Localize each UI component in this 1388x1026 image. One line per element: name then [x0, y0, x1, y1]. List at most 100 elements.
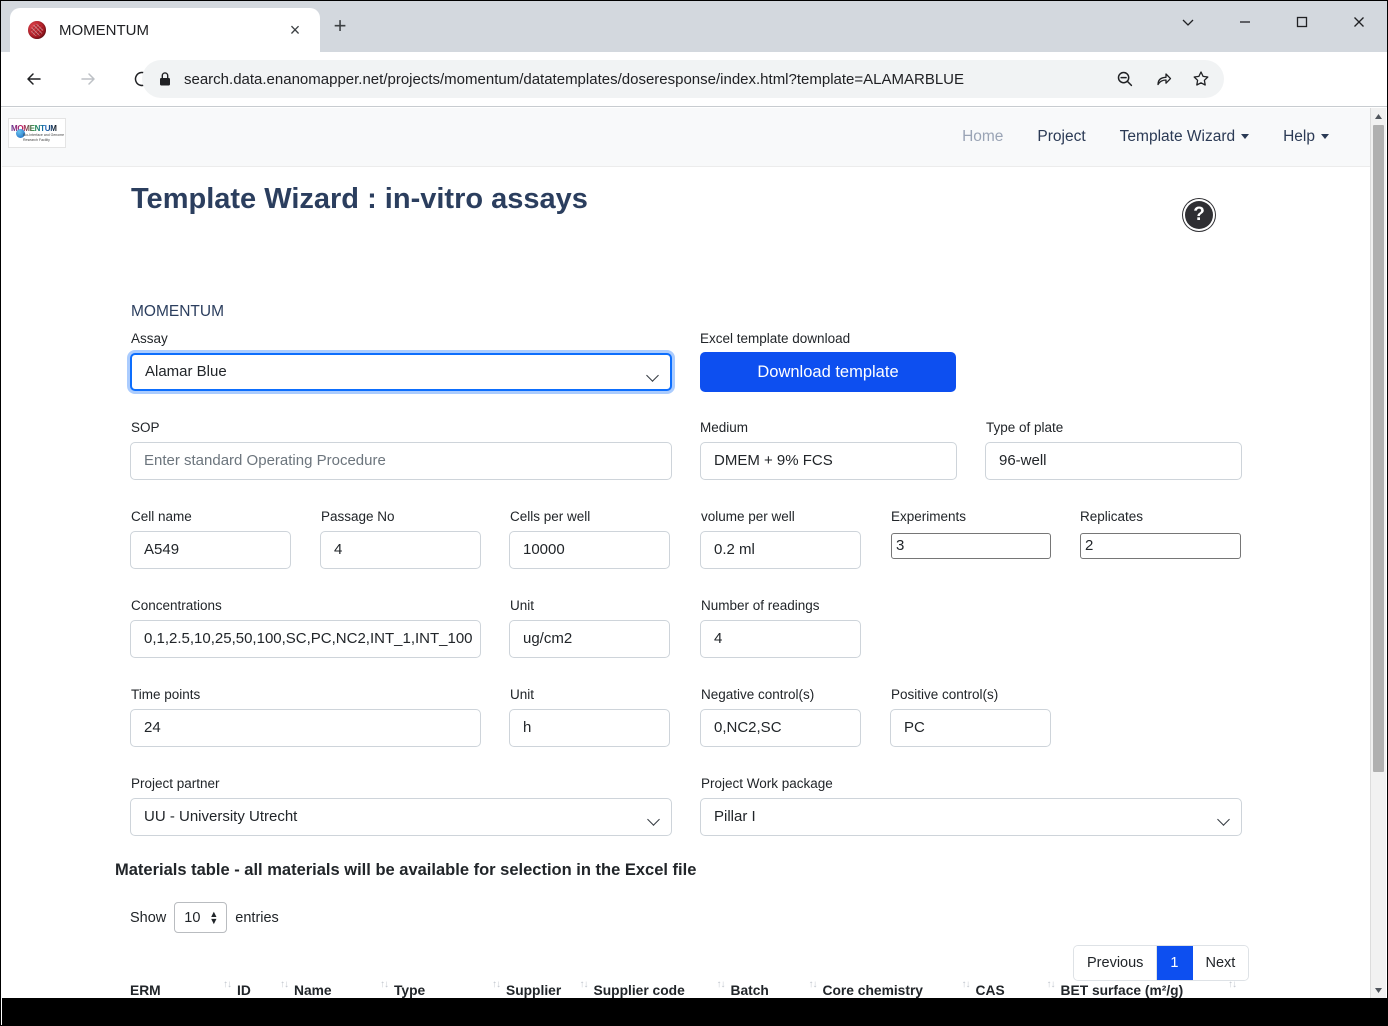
- concentrations-input[interactable]: 0,1,2.5,10,25,50,100,SC,PC,NC2,INT_1,INT…: [130, 620, 481, 658]
- tab-title: MOMENTUM: [59, 22, 149, 39]
- table-header-row: ERM ↑↓ ID ↑↓ Name ↑↓ Type↑↓ Supplier ↑↓ Supp…: [130, 979, 1242, 998]
- sop-label: SOP: [131, 420, 160, 435]
- pagination-page-1[interactable]: 1: [1157, 946, 1192, 980]
- plate-type-input[interactable]: 96-well: [985, 442, 1242, 480]
- assay-select[interactable]: Alamar Blue: [130, 353, 672, 391]
- nav-item-help-label: Help: [1283, 128, 1315, 145]
- forward-icon[interactable]: [69, 60, 107, 98]
- scrollbar-thumb[interactable]: [1373, 125, 1384, 772]
- volume-per-well-label: volume per well: [701, 509, 795, 524]
- time-unit-input[interactable]: h: [509, 709, 670, 747]
- column-header-supplier-code-label: Supplier code: [594, 983, 685, 998]
- medium-label: Medium: [700, 420, 748, 435]
- column-header-core-chemistry[interactable]: Core chemistry ↑↓: [823, 979, 976, 998]
- column-header-supplier[interactable]: Supplier ↑↓: [506, 979, 594, 998]
- browser-window: MOMENTUM × +: [0, 0, 1388, 1026]
- nav-item-template-wizard[interactable]: Template Wizard: [1103, 128, 1266, 146]
- nav-item-home-label: Home: [962, 128, 1003, 145]
- project-partner-label: Project partner: [131, 776, 220, 791]
- nav-item-home[interactable]: Home: [945, 128, 1020, 146]
- sort-icon: ↑↓: [580, 979, 588, 990]
- positive-controls-input[interactable]: PC: [890, 709, 1051, 747]
- scroll-up-icon[interactable]: [1371, 108, 1386, 124]
- negative-controls-input[interactable]: 0,NC2,SC: [700, 709, 861, 747]
- plate-type-label: Type of plate: [986, 420, 1063, 435]
- entries-per-page-select[interactable]: 10 ▲▼: [174, 902, 227, 933]
- sort-icon: ↑↓: [380, 979, 388, 990]
- project-name-label: MOMENTUM: [131, 303, 224, 321]
- bookmark-star-icon[interactable]: [1186, 64, 1216, 94]
- number-of-readings-input[interactable]: 4: [700, 620, 861, 658]
- experiments-input[interactable]: 3: [891, 533, 1051, 559]
- page-title: Template Wizard : in-vitro assays: [131, 183, 588, 216]
- new-tab-icon[interactable]: +: [329, 15, 351, 37]
- sort-icon: ↑↓: [962, 979, 970, 990]
- replicates-label: Replicates: [1080, 509, 1143, 524]
- pagination-previous[interactable]: Previous: [1074, 946, 1157, 980]
- scroll-down-icon[interactable]: [1371, 982, 1386, 998]
- column-header-name-label: Name: [294, 983, 332, 998]
- negative-controls-label: Negative control(s): [701, 687, 814, 702]
- column-header-bet-surface[interactable]: BET surface (m²/g)↑↓: [1061, 979, 1242, 998]
- download-template-button[interactable]: Download template: [700, 352, 956, 392]
- page-viewport: MOMENTUM Bio-Interface and Genome Resear…: [2, 108, 1387, 998]
- entries-per-page-value: 10: [184, 910, 200, 926]
- minimize-icon[interactable]: [1216, 1, 1273, 43]
- logo-subtitle: Bio-Interface and Genome Research Facili…: [23, 133, 65, 142]
- cell-name-input[interactable]: A549: [130, 531, 291, 569]
- chevron-down-icon: [1241, 134, 1249, 139]
- page-scrollbar[interactable]: [1370, 108, 1386, 998]
- show-entries-control: Show 10 ▲▼ entries: [130, 902, 279, 933]
- column-header-type[interactable]: Type↑↓: [394, 979, 506, 998]
- materials-table-title: Materials table - all materials will be …: [115, 861, 696, 880]
- sort-icon: ↑↓: [492, 979, 500, 990]
- chevron-down-icon[interactable]: [1159, 1, 1216, 43]
- column-header-id-label: ID: [237, 983, 251, 998]
- close-tab-icon[interactable]: ×: [286, 21, 304, 39]
- pagination-next[interactable]: Next: [1193, 946, 1249, 980]
- cells-per-well-input[interactable]: 10000: [509, 531, 670, 569]
- column-header-batch[interactable]: Batch↑↓: [731, 979, 823, 998]
- sort-icon: ↑↓: [1047, 979, 1055, 990]
- passage-no-input[interactable]: 4: [320, 531, 481, 569]
- entries-suffix-label: entries: [235, 910, 279, 926]
- chevron-down-icon: [1321, 134, 1329, 139]
- nav-item-project[interactable]: Project: [1020, 128, 1102, 146]
- momentum-logo[interactable]: MOMENTUM Bio-Interface and Genome Resear…: [8, 118, 66, 148]
- maximize-icon[interactable]: [1273, 1, 1330, 43]
- sort-icon: ↑↓: [280, 979, 288, 990]
- column-header-supplier-code[interactable]: Supplier code↑↓: [594, 979, 731, 998]
- sort-icon: ↑↓: [809, 979, 817, 990]
- materials-table-head: ERM ↑↓ ID ↑↓ Name ↑↓ Type↑↓ Supplier ↑↓ Supp…: [130, 979, 1242, 998]
- column-header-bet-surface-label: BET surface (m²/g): [1061, 983, 1184, 998]
- column-header-cas[interactable]: CAS↑↓: [976, 979, 1061, 998]
- number-of-readings-label: Number of readings: [701, 598, 820, 613]
- time-points-input[interactable]: 24: [130, 709, 481, 747]
- column-header-id[interactable]: ID ↑↓: [237, 979, 294, 998]
- concentration-unit-input[interactable]: ug/cm2: [509, 620, 670, 658]
- toolbar-divider: [1, 106, 1387, 107]
- medium-input[interactable]: DMEM + 9% FCS: [700, 442, 957, 480]
- nav-item-help[interactable]: Help: [1266, 128, 1346, 146]
- close-window-icon[interactable]: [1330, 1, 1387, 43]
- project-partner-select[interactable]: UU - University Utrecht: [130, 798, 672, 836]
- column-header-erm-label: ERM: [130, 983, 161, 998]
- sort-icon: ↑↓: [223, 979, 231, 990]
- address-bar[interactable]: search.data.enanomapper.net/projects/mom…: [142, 60, 1224, 98]
- work-package-select[interactable]: Pillar I: [700, 798, 1242, 836]
- sop-input[interactable]: Enter standard Operating Procedure: [130, 442, 672, 480]
- column-header-core-chemistry-label: Core chemistry: [823, 983, 923, 998]
- replicates-input[interactable]: 2: [1080, 533, 1241, 559]
- url-text: search.data.enanomapper.net/projects/mom…: [184, 71, 1110, 88]
- column-header-name[interactable]: Name ↑↓: [294, 979, 394, 998]
- back-icon[interactable]: [15, 60, 53, 98]
- help-icon[interactable]: ?: [1185, 201, 1213, 229]
- browser-tab[interactable]: MOMENTUM ×: [10, 8, 320, 52]
- volume-per-well-input[interactable]: 0.2 ml: [700, 531, 861, 569]
- work-package-label: Project Work package: [701, 776, 833, 791]
- share-icon[interactable]: [1148, 64, 1178, 94]
- column-header-erm[interactable]: ERM ↑↓: [130, 979, 237, 998]
- experiments-label: Experiments: [891, 509, 966, 524]
- zoom-out-icon[interactable]: [1110, 64, 1140, 94]
- column-header-supplier-label: Supplier: [506, 983, 561, 998]
